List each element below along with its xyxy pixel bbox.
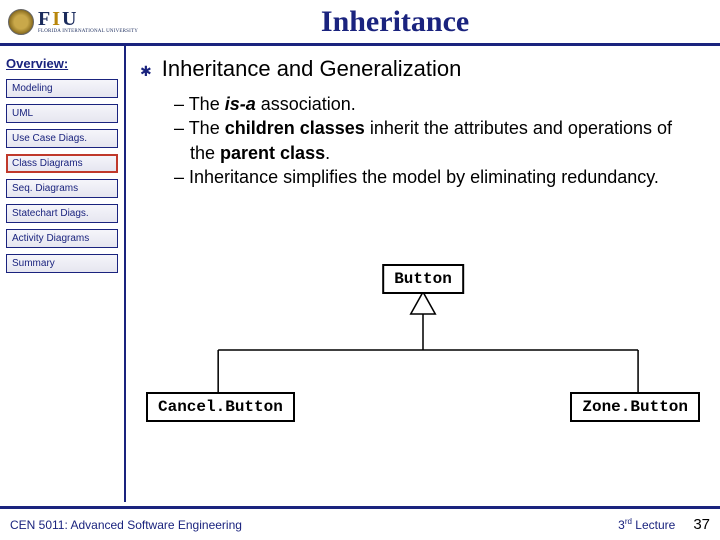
sidebar-heading: Overview: [6, 56, 118, 71]
bullet-item: Inheritance simplifies the model by elim… [174, 165, 702, 189]
footer: CEN 5011: Advanced Software Engineering … [0, 506, 720, 540]
uml-child-left: Cancel.Button [146, 392, 295, 422]
nav-list: Modeling UML Use Case Diags. Class Diagrams… [6, 79, 118, 273]
seal-icon [8, 9, 34, 35]
sidebar-item-seq-diagrams[interactable]: Seq. Diagrams [6, 179, 118, 198]
header: FIU FLORIDA INTERNATIONAL UNIVERSITY Inh… [0, 0, 720, 46]
sidebar-item-statechart-diags-[interactable]: Statechart Diags. [6, 204, 118, 223]
content-heading: Inheritance and Generalization [140, 56, 702, 82]
sidebar-item-uml[interactable]: UML [6, 104, 118, 123]
bullet-icon [140, 56, 152, 82]
sidebar-item-class-diagrams[interactable]: Class Diagrams [6, 154, 118, 173]
bullet-list: The is-a association.The children classe… [174, 92, 702, 189]
sidebar-item-activity-diagrams[interactable]: Activity Diagrams [6, 229, 118, 248]
sidebar-item-use-case-diags-[interactable]: Use Case Diags. [6, 129, 118, 148]
sidebar-item-modeling[interactable]: Modeling [6, 79, 118, 98]
uml-parent-class: Button [382, 264, 464, 294]
page-title: Inheritance [138, 5, 712, 39]
inheritance-diagram: Button Cancel.Button Zone.Button [126, 264, 720, 444]
page-number: 37 [693, 516, 710, 533]
sidebar: Overview: Modeling UML Use Case Diags. Clas… [0, 46, 126, 502]
logo-subtitle: FLORIDA INTERNATIONAL UNIVERSITY [38, 29, 138, 34]
content: Inheritance and Generalization The is-a … [126, 46, 720, 502]
sidebar-item-summary[interactable]: Summary [6, 254, 118, 273]
bullet-item: The is-a association. [174, 92, 702, 116]
bullet-item: The children classes inherit the attribu… [174, 116, 702, 165]
uml-child-right: Zone.Button [570, 392, 700, 422]
course-label: CEN 5011: Advanced Software Engineering [10, 518, 242, 532]
lecture-label: 3rd Lecture [618, 517, 675, 532]
fiu-logo: FIU FLORIDA INTERNATIONAL UNIVERSITY [8, 9, 138, 35]
